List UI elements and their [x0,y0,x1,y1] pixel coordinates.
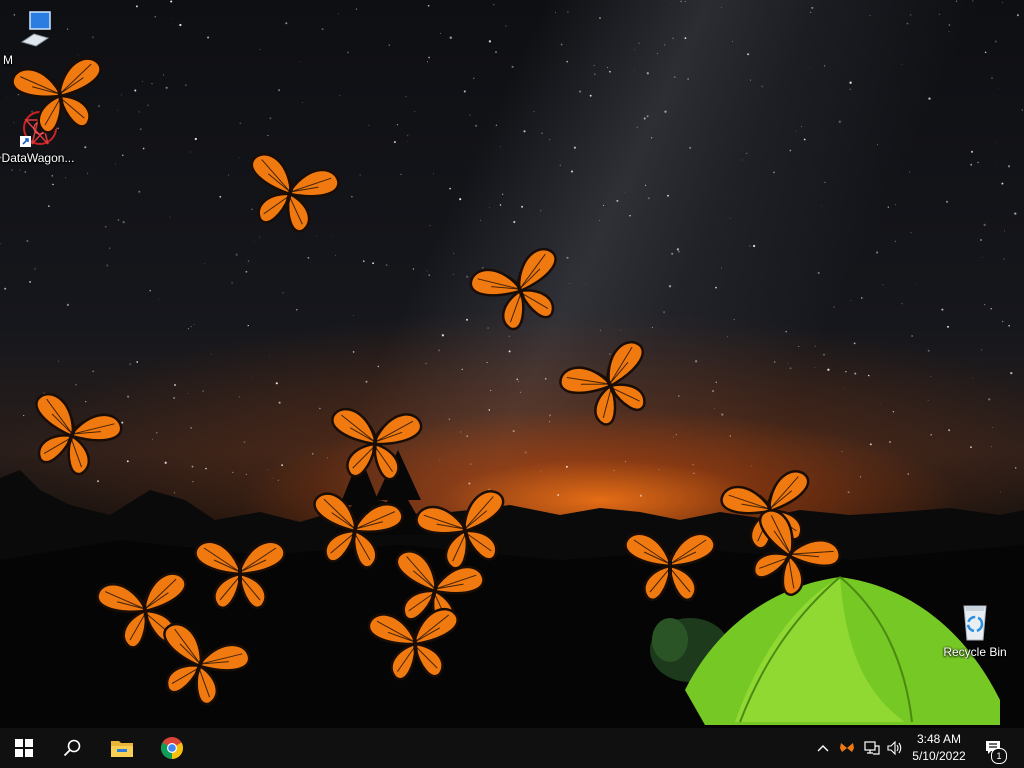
butterfly-tray-button[interactable] [836,728,858,768]
butterfly-sprite [3,42,117,148]
clock-button[interactable]: 3:48 AM 5/10/2022 [906,731,972,765]
clock-date: 5/10/2022 [912,749,966,763]
volume-icon [887,741,902,755]
this-pc-icon [18,10,58,50]
windows-logo-icon [15,739,33,757]
butterfly-sprite [190,528,290,618]
chrome-button[interactable] [148,728,196,768]
butterfly-sprite [321,394,428,492]
butterfly-sprite [361,594,468,692]
chevron-up-icon [817,745,829,752]
recycle-bin-icon [955,602,995,642]
desktop[interactable]: M DataWagon... Recycle Bin [0,0,1024,728]
clock-time: 3:48 AM [916,732,962,746]
folder-icon [111,741,133,757]
file-explorer-button[interactable] [98,728,146,768]
start-button[interactable] [0,728,48,768]
butterfly-sprite [620,520,720,610]
search-icon [63,739,81,757]
network-button[interactable] [861,728,883,768]
volume-button[interactable] [884,728,906,768]
notification-count-badge: 1 [991,748,1007,764]
chrome-icon [161,737,183,759]
show-hidden-icons-button[interactable] [814,728,832,768]
butterfly-tray-icon [840,743,854,752]
desktop-icon-label: Recycle Bin [943,645,1007,659]
desktop-icon-label: DataWagon... [1,151,75,165]
desktop-icon-recycle-bin[interactable]: Recycle Bin [937,602,1013,659]
taskbar: 3:48 AM 5/10/2022 [0,728,1024,768]
network-icon [864,741,880,755]
search-button[interactable] [48,728,96,768]
